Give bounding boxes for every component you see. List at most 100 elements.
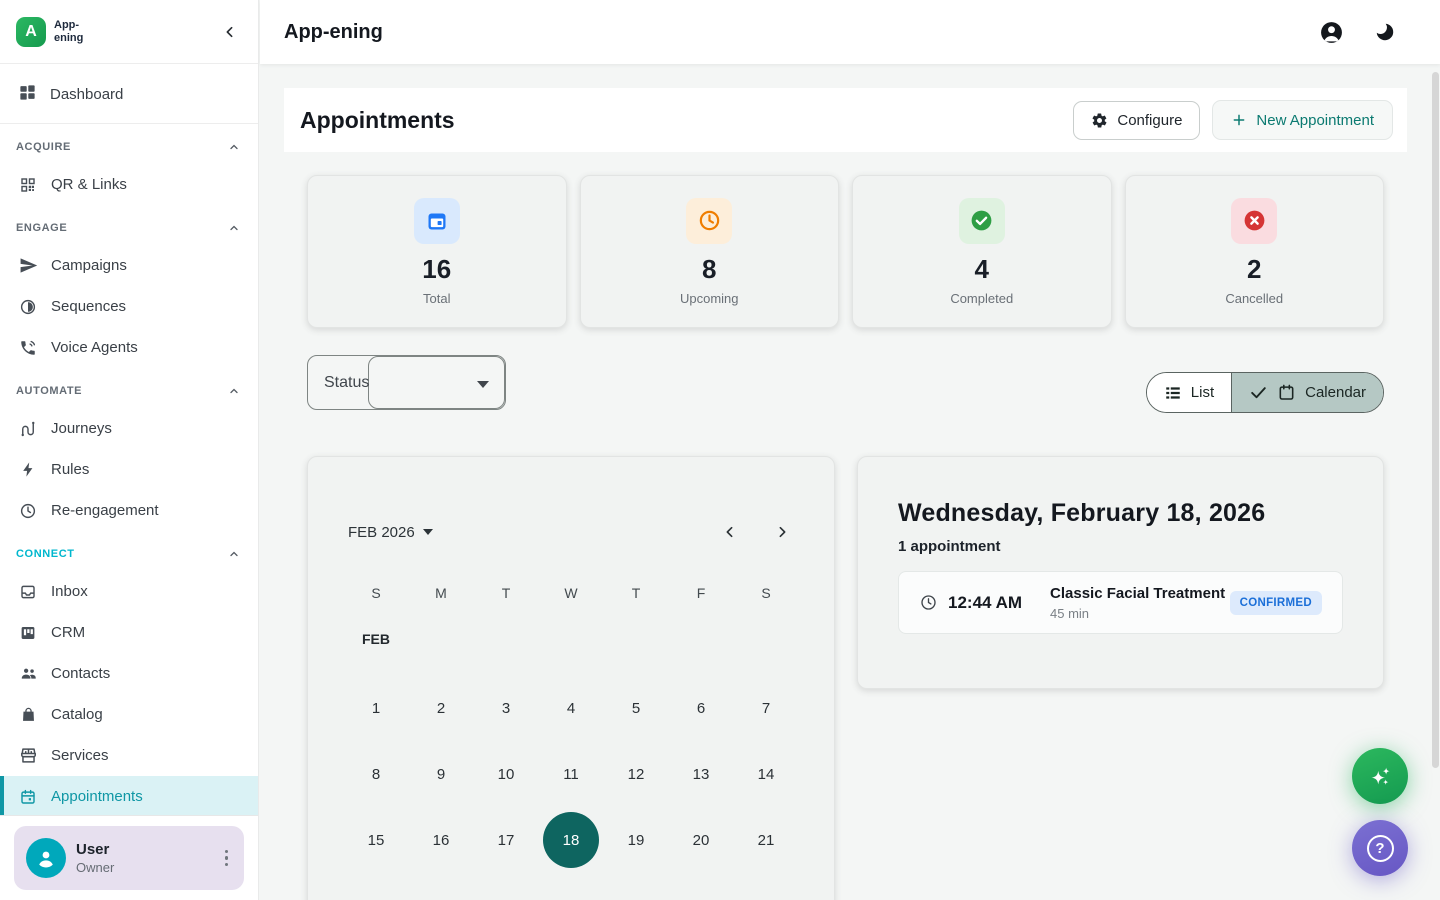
app-logo: A App- ening bbox=[16, 17, 83, 47]
next-month-button[interactable] bbox=[770, 520, 794, 544]
day-cell[interactable]: 7 bbox=[738, 675, 794, 741]
page-actions: Configure New Appointment bbox=[1073, 100, 1393, 140]
sidebar-item-services[interactable]: Services bbox=[0, 735, 258, 776]
topbar: App-ening bbox=[260, 0, 1440, 64]
prev-month-button[interactable] bbox=[718, 520, 742, 544]
gear-icon bbox=[1091, 112, 1108, 129]
sidebar-item-label: Services bbox=[51, 747, 109, 764]
status-select-label: Status bbox=[324, 374, 369, 392]
weekday-row: S M T W T F S bbox=[348, 585, 794, 601]
day-cell[interactable]: 8 bbox=[348, 741, 404, 807]
section-label: AUTOMATE bbox=[16, 385, 82, 397]
help-button[interactable]: ? bbox=[1352, 820, 1408, 876]
day-cell[interactable]: 12 bbox=[608, 741, 664, 807]
day-cell[interactable]: 21 bbox=[738, 807, 794, 873]
logo-text: App- ening bbox=[54, 19, 83, 44]
day-cell[interactable]: 14 bbox=[738, 741, 794, 807]
chevron-up-icon bbox=[228, 548, 240, 560]
view-toggle-calendar[interactable]: Calendar bbox=[1232, 373, 1383, 412]
section-header-automate[interactable]: AUTOMATE bbox=[0, 374, 258, 408]
moon-icon bbox=[1374, 21, 1396, 43]
sidebar-item-qr-links[interactable]: QR & Links bbox=[0, 164, 258, 205]
sidebar-item-label: Catalog bbox=[51, 706, 103, 723]
section-header-engage[interactable]: ENGAGE bbox=[0, 211, 258, 245]
caret-down-icon bbox=[423, 529, 433, 535]
calendar-header: FEB 2026 bbox=[348, 521, 794, 543]
stat-value: 2 bbox=[1247, 254, 1261, 285]
ai-assistant-button[interactable] bbox=[1352, 748, 1408, 804]
day-cell[interactable]: 15 bbox=[348, 807, 404, 873]
sidebar-item-sequences[interactable]: Sequences bbox=[0, 286, 258, 327]
sidebar-item-journeys[interactable]: Journeys bbox=[0, 408, 258, 449]
month-dropdown[interactable]: FEB 2026 bbox=[348, 524, 433, 541]
stat-label: Completed bbox=[950, 291, 1013, 306]
user-menu-button[interactable] bbox=[221, 846, 233, 871]
sidebar-item-dashboard[interactable]: Dashboard bbox=[0, 71, 258, 117]
account-button[interactable] bbox=[1318, 19, 1344, 45]
calendar-week: 1 2 3 4 5 6 7 bbox=[348, 675, 794, 741]
stat-card-upcoming: 8 Upcoming bbox=[580, 175, 840, 328]
sidebar-item-label: CRM bbox=[51, 624, 85, 641]
sidebar-item-catalog[interactable]: Catalog bbox=[0, 694, 258, 735]
scrollbar-thumb[interactable] bbox=[1432, 72, 1439, 768]
day-cell-selected[interactable]: 18 bbox=[543, 807, 599, 873]
month-row-label: FEB bbox=[348, 631, 794, 651]
appointment-count: 1 appointment bbox=[898, 538, 1343, 555]
sidebar-item-voice-agents[interactable]: Voice Agents bbox=[0, 327, 258, 368]
day-cell[interactable]: 10 bbox=[478, 741, 534, 807]
day-cell[interactable]: 17 bbox=[478, 807, 534, 873]
sidebar-item-campaigns[interactable]: Campaigns bbox=[0, 245, 258, 286]
chevron-left-icon bbox=[222, 24, 238, 40]
day-cell[interactable]: 6 bbox=[673, 675, 729, 741]
appointment-row[interactable]: 12:44 AM Classic Facial Treatment 45 min… bbox=[898, 571, 1343, 634]
day-cell[interactable]: 2 bbox=[413, 675, 469, 741]
stat-value: 4 bbox=[975, 254, 989, 285]
section-header-acquire[interactable]: ACQUIRE bbox=[0, 130, 258, 164]
sidebar-header: A App- ening bbox=[0, 0, 258, 64]
sidebar-item-label: Voice Agents bbox=[51, 339, 138, 356]
day-cell[interactable]: 13 bbox=[673, 741, 729, 807]
chevron-right-icon bbox=[774, 524, 790, 540]
status-select[interactable]: Status bbox=[307, 355, 506, 410]
section-header-connect[interactable]: CONNECT bbox=[0, 537, 258, 571]
day-cell[interactable]: 3 bbox=[478, 675, 534, 741]
sidebar-item-re-engagement[interactable]: Re-engagement bbox=[0, 490, 258, 531]
day-cell[interactable]: 9 bbox=[413, 741, 469, 807]
sidebar-item-appointments[interactable]: Appointments bbox=[0, 776, 258, 815]
calendar-icon bbox=[425, 209, 449, 233]
page-header: Appointments Configure New Appointment bbox=[284, 88, 1407, 152]
new-appointment-button[interactable]: New Appointment bbox=[1212, 100, 1393, 140]
stat-label: Cancelled bbox=[1225, 291, 1283, 306]
service-duration: 45 min bbox=[1050, 606, 1225, 621]
calendar-icon bbox=[1277, 383, 1296, 402]
weekday-label: T bbox=[608, 585, 664, 601]
topbar-icons bbox=[1318, 19, 1398, 45]
sidebar-item-rules[interactable]: Rules bbox=[0, 449, 258, 490]
view-toggle-list[interactable]: List bbox=[1147, 373, 1232, 412]
clock-icon bbox=[18, 501, 38, 521]
day-cell[interactable]: 20 bbox=[673, 807, 729, 873]
list-icon bbox=[1164, 384, 1182, 402]
main-area: App-ening Appointments Configure bbox=[260, 0, 1440, 900]
day-cell[interactable]: 19 bbox=[608, 807, 664, 873]
weekday-label: T bbox=[478, 585, 534, 601]
configure-button[interactable]: Configure bbox=[1073, 101, 1200, 140]
divider bbox=[0, 123, 258, 124]
day-cell[interactable]: 1 bbox=[348, 675, 404, 741]
sidebar-collapse-button[interactable] bbox=[218, 20, 242, 44]
user-card[interactable]: User Owner bbox=[14, 826, 244, 890]
section-label: CONNECT bbox=[16, 548, 75, 560]
sidebar-item-inbox[interactable]: Inbox bbox=[0, 571, 258, 612]
day-cell[interactable]: 5 bbox=[608, 675, 664, 741]
day-cell[interactable]: 16 bbox=[413, 807, 469, 873]
time-label: 12:44 AM bbox=[948, 593, 1022, 613]
dark-mode-toggle[interactable] bbox=[1372, 19, 1398, 45]
x-circle-icon bbox=[1242, 208, 1267, 233]
sidebar-item-label: Sequences bbox=[51, 298, 126, 315]
sidebar-item-crm[interactable]: CRM bbox=[0, 612, 258, 653]
user-name: User bbox=[76, 841, 211, 858]
sidebar-item-contacts[interactable]: Contacts bbox=[0, 653, 258, 694]
month-label: FEB 2026 bbox=[348, 524, 415, 541]
day-cell[interactable]: 4 bbox=[543, 675, 599, 741]
day-cell[interactable]: 11 bbox=[543, 741, 599, 807]
